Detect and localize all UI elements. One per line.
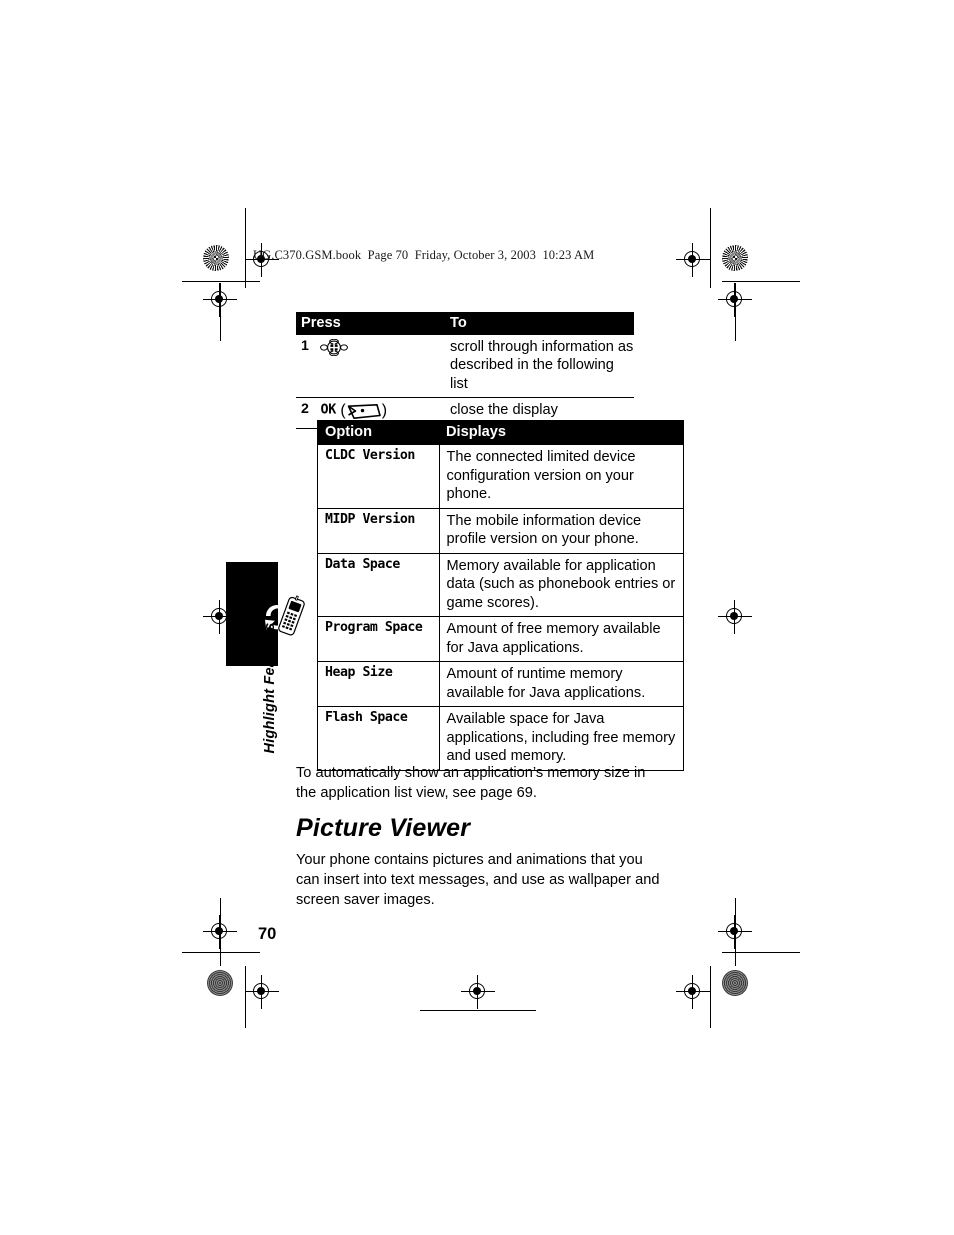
registration-mark-bottom-center bbox=[461, 975, 495, 1009]
note-paragraph: To automatically show an application’s m… bbox=[296, 765, 646, 801]
option-description: Available space for Java applications, i… bbox=[438, 706, 684, 771]
option-name: CLDC Version bbox=[317, 444, 440, 509]
steps-header-to: To bbox=[447, 312, 634, 335]
crop-line-v-right-upper-stub bbox=[735, 283, 736, 341]
option-description: Memory available for application data (s… bbox=[438, 552, 684, 618]
page-title: Picture Viewer bbox=[296, 814, 471, 842]
registration-mark-bottom-right bbox=[676, 975, 710, 1009]
steps-table-container: Press To 1 scroll through information as… bbox=[296, 312, 688, 430]
option-description: The connected limited device configurati… bbox=[438, 444, 684, 509]
crop-line-v-right-bottom bbox=[710, 966, 711, 1028]
option-name: Program Space bbox=[317, 616, 440, 663]
options-table-header-row: Option Displays bbox=[317, 420, 684, 445]
step-number: 2 bbox=[301, 401, 309, 418]
table-row: MIDP Version The mobile information devi… bbox=[317, 507, 684, 554]
section-body-paragraph: Your phone contains pictures and animati… bbox=[296, 852, 660, 908]
page-number: 70 bbox=[258, 925, 277, 943]
steps-table-header-row: Press To bbox=[296, 312, 634, 335]
page-sheet: UG.C370.GSM.book Page 70 Friday, October… bbox=[0, 0, 954, 1235]
option-name: Flash Space bbox=[317, 706, 440, 771]
running-header: UG.C370.GSM.book Page 70 Friday, October… bbox=[253, 248, 595, 262]
crop-line-h-left-lower bbox=[182, 952, 260, 953]
halftone-target-bottom-left bbox=[207, 970, 233, 996]
paren-open: ( bbox=[335, 402, 346, 420]
steps-table-body: 1 scroll through information as describe… bbox=[296, 335, 634, 425]
table-row: Heap Size Amount of runtime memory avail… bbox=[317, 661, 684, 708]
steps-table: Press To 1 scroll through information as… bbox=[296, 312, 634, 425]
crop-line-v-right-top bbox=[710, 208, 711, 288]
side-tab-label: Highlight Features bbox=[262, 622, 278, 754]
option-description: The mobile information device profile ve… bbox=[438, 507, 684, 554]
registration-mark-top-right bbox=[676, 243, 710, 277]
paren-close: ) bbox=[381, 402, 388, 420]
registration-mark-bottom-left bbox=[245, 975, 279, 1009]
halftone-target-top-right bbox=[722, 245, 748, 271]
options-header-option: Option bbox=[317, 420, 439, 445]
crop-line-v-left-upper-stub bbox=[220, 283, 221, 341]
softkey-icon bbox=[346, 403, 382, 420]
options-table-body: CLDC Version The connected limited devic… bbox=[317, 444, 684, 771]
options-table: Option Displays CLDC Version The connect… bbox=[317, 420, 684, 771]
crop-line-h-bottom-center bbox=[420, 1010, 536, 1011]
navigation-key-icon bbox=[320, 338, 349, 356]
steps-table-head: Press To bbox=[296, 312, 634, 335]
halftone-target-top-left bbox=[203, 245, 229, 271]
option-name: MIDP Version bbox=[317, 507, 440, 554]
halftone-target-bottom-right bbox=[722, 970, 748, 996]
option-name: Data Space bbox=[317, 552, 440, 618]
crop-line-h-left-upper bbox=[182, 281, 260, 282]
options-table-head: Option Displays bbox=[317, 420, 684, 445]
registration-mark-left-lower bbox=[203, 915, 237, 949]
option-description: Amount of runtime memory available for J… bbox=[438, 661, 684, 708]
step-description: scroll through information as described … bbox=[447, 335, 634, 399]
table-row: CLDC Version The connected limited devic… bbox=[317, 444, 684, 509]
table-row: Program Space Amount of free memory avai… bbox=[317, 616, 684, 663]
option-description: Amount of free memory available for Java… bbox=[438, 616, 684, 663]
step-key-cell bbox=[318, 335, 447, 399]
steps-header-press: Press bbox=[296, 312, 447, 335]
table-row: 1 scroll through information as describe… bbox=[296, 335, 634, 399]
step-number: 1 bbox=[296, 335, 319, 399]
crop-line-h-right-lower bbox=[722, 952, 800, 953]
softkey-label: OK bbox=[320, 402, 336, 418]
options-header-displays: Displays bbox=[439, 420, 684, 445]
table-row: Data Space Memory available for applicat… bbox=[317, 552, 684, 618]
crop-line-h-right-upper bbox=[722, 281, 800, 282]
options-table-container: Option Displays CLDC Version The connect… bbox=[317, 420, 684, 771]
table-row: Flash Space Available space for Java app… bbox=[317, 706, 684, 771]
option-name: Heap Size bbox=[317, 661, 440, 708]
registration-mark-right-mid bbox=[718, 600, 752, 634]
registration-mark-right-lower bbox=[718, 915, 752, 949]
